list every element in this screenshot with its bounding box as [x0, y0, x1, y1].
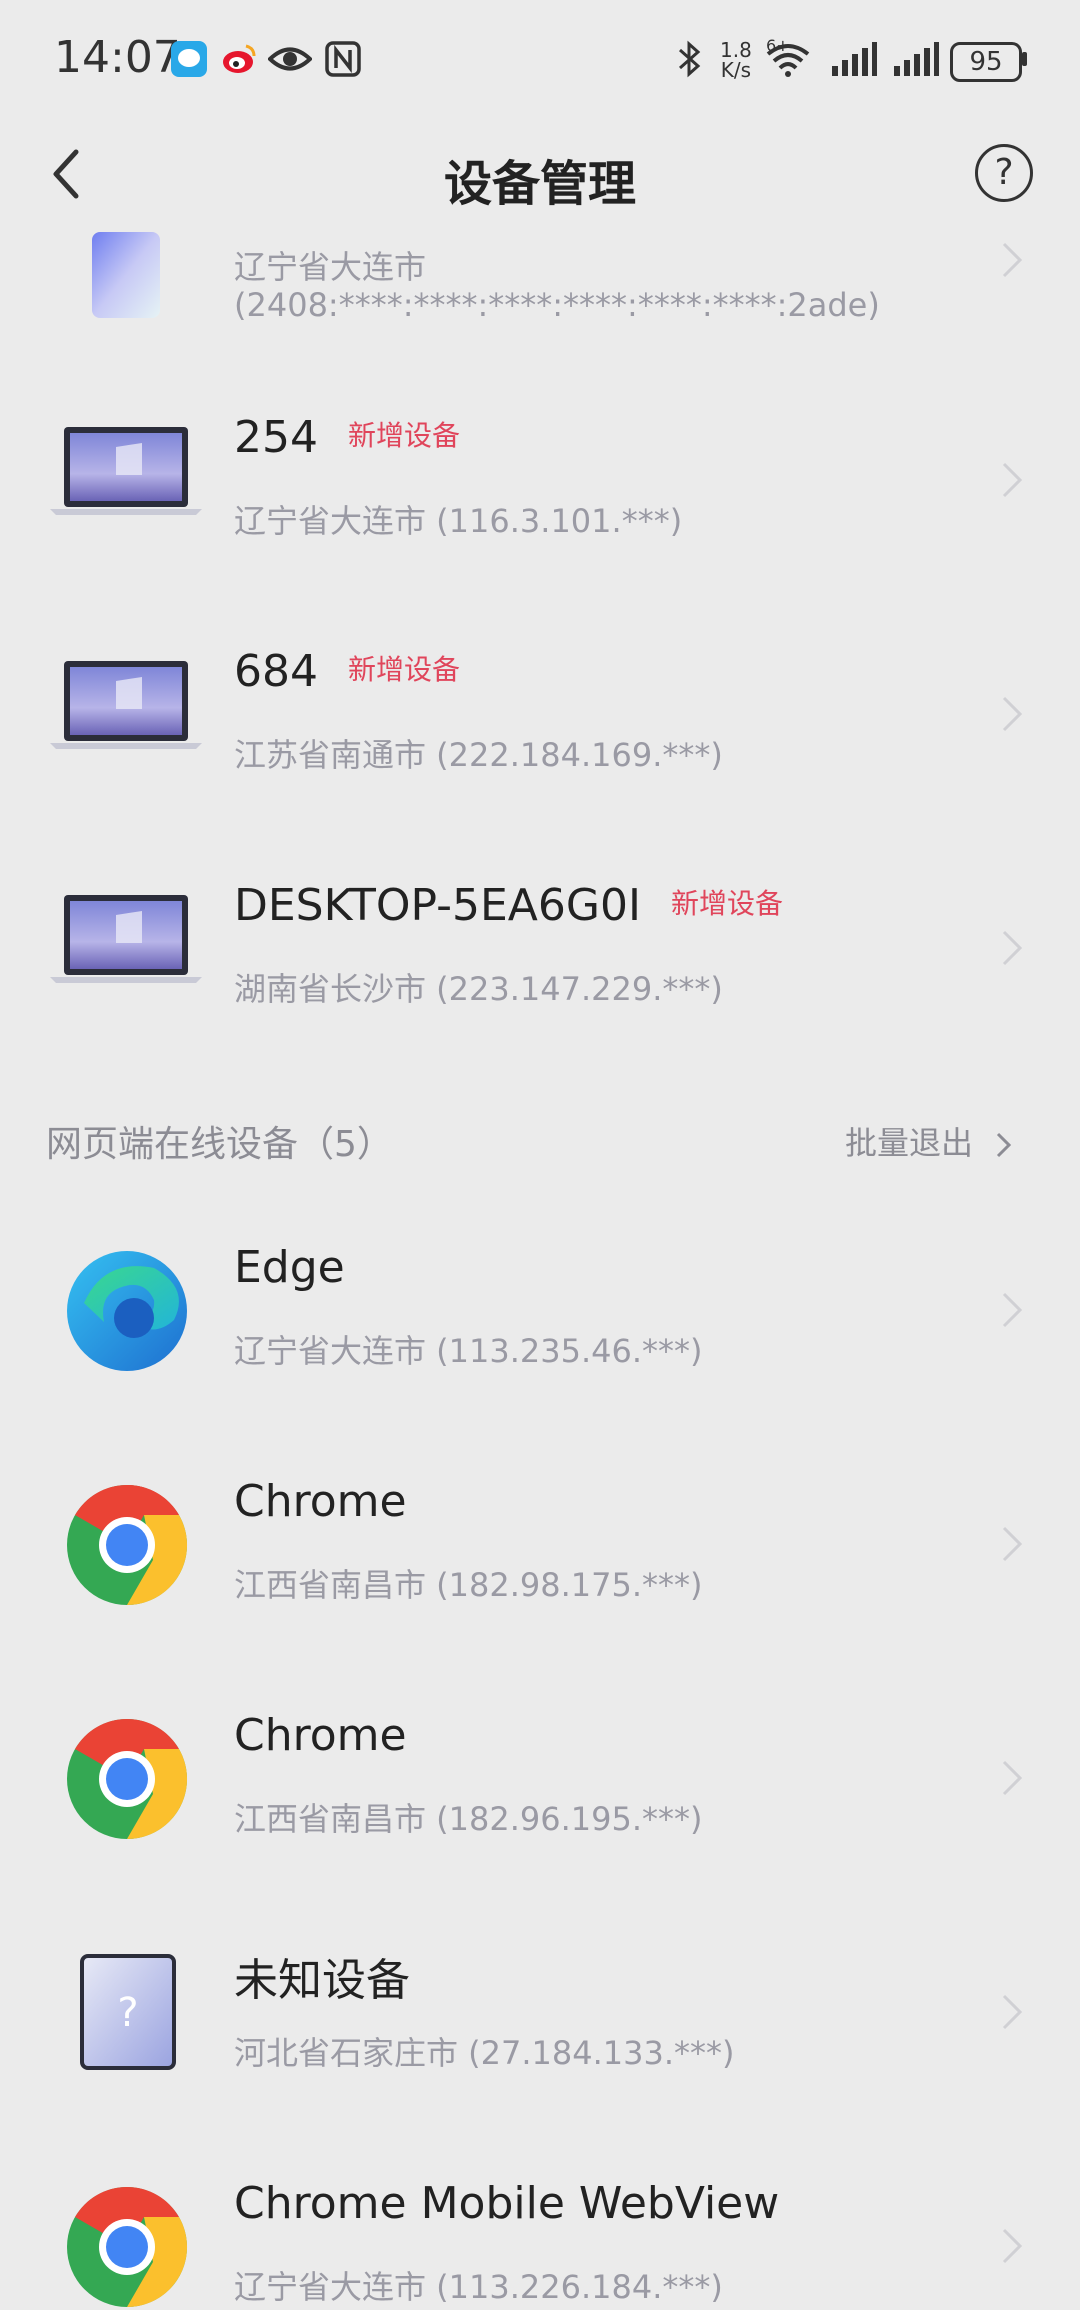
chrome-browser-icon	[67, 2187, 188, 2307]
device-name-row: DESKTOP-5EA6G0I 新增设备	[234, 880, 783, 931]
unknown-device-icon: ?	[80, 1954, 176, 2070]
batch-logout-label: 批量退出	[845, 1124, 974, 1162]
chevron-right-icon	[1002, 1526, 1023, 1562]
weibo-icon	[223, 44, 256, 73]
battery-tip	[1022, 52, 1027, 66]
device-name-row: 254 新增设备	[234, 412, 460, 463]
device-location-line1: 辽宁省大连市	[234, 248, 427, 286]
chevron-right-icon	[1002, 462, 1023, 498]
device-name: DESKTOP-5EA6G0I	[234, 880, 641, 931]
web-device-location: 辽宁省大连市 (113.235.46.***)	[234, 1332, 703, 1370]
device-name: 254	[234, 412, 318, 463]
web-device-location: 辽宁省大连市 (113.226.184.***)	[234, 2268, 723, 2306]
device-row-partial[interactable]: 辽宁省大连市 (2408:****:****:****:****:****:**…	[0, 230, 1080, 350]
network-speed: 1.8 K/s	[720, 38, 752, 82]
device-location: 江苏省南通市 (222.184.169.***)	[234, 736, 723, 774]
device-location-line2: (2408:****:****:****:****:****:****:2ade…	[234, 286, 880, 324]
device-row[interactable]: DESKTOP-5EA6G0I 新增设备 湖南省长沙市 (223.147.229.…	[0, 830, 1080, 1064]
device-name: 684	[234, 646, 318, 697]
bluetooth-icon	[679, 40, 701, 78]
web-device-location: 江西省南昌市 (182.96.195.***)	[234, 1800, 703, 1838]
device-row[interactable]: 254 新增设备 辽宁省大连市 (116.3.101.***)	[0, 362, 1080, 596]
device-location: 湖南省长沙市 (223.147.229.***)	[234, 970, 723, 1008]
device-name-row: 684 新增设备	[234, 646, 460, 697]
page-title: 设备管理	[443, 156, 636, 212]
wifi-tag: 6+	[766, 36, 790, 55]
web-device-row[interactable]: Chrome 江西省南昌市 (182.96.195.***)	[0, 1660, 1080, 1894]
chevron-right-icon	[1002, 1760, 1023, 1796]
chevron-right-icon	[1002, 1292, 1023, 1328]
web-device-name: Chrome	[234, 1476, 407, 1527]
laptop-device-icon	[50, 895, 202, 983]
new-device-badge: 新增设备	[347, 653, 460, 686]
message-app-icon	[171, 41, 207, 77]
new-device-badge: 新增设备	[347, 419, 460, 452]
chevron-right-icon	[1002, 2228, 1023, 2264]
web-device-row[interactable]: Edge 辽宁省大连市 (113.235.46.***)	[0, 1192, 1080, 1426]
chrome-browser-icon	[67, 1485, 188, 1605]
web-device-name: Chrome Mobile WebView	[234, 2178, 780, 2229]
battery-indicator: 95	[950, 42, 1022, 82]
web-device-name: Chrome	[234, 1710, 407, 1761]
eye-icon	[268, 47, 312, 71]
laptop-device-icon	[50, 661, 202, 749]
web-device-location: 河北省石家庄市 (27.184.133.***)	[234, 2034, 735, 2072]
app-header: 设备管理 ?	[0, 120, 1080, 230]
new-device-badge: 新增设备	[670, 887, 783, 920]
chevron-right-icon	[1002, 930, 1023, 966]
web-device-row[interactable]: Chrome Mobile WebView 辽宁省大连市 (113.226.18…	[0, 2128, 1080, 2307]
laptop-device-icon	[50, 427, 202, 515]
chevron-right-icon	[997, 1132, 1012, 1158]
web-device-location: 江西省南昌市 (182.98.175.***)	[234, 1566, 703, 1604]
chrome-browser-icon	[67, 1719, 188, 1839]
edge-browser-icon	[67, 1251, 187, 1371]
help-icon[interactable]: ?	[975, 144, 1033, 202]
nfc-icon	[325, 41, 361, 77]
chevron-right-icon	[1002, 696, 1023, 732]
status-time: 14:07	[54, 32, 181, 83]
device-row[interactable]: 684 新增设备 江苏省南通市 (222.184.169.***)	[0, 596, 1080, 830]
web-device-name: 未知设备	[234, 1955, 410, 2006]
svg-text:?: ?	[117, 1990, 138, 2036]
chevron-right-icon	[1002, 242, 1023, 278]
web-devices-section-title: 网页端在线设备（5）	[46, 1124, 393, 1165]
web-device-row[interactable]: Chrome 江西省南昌市 (182.98.175.***)	[0, 1426, 1080, 1660]
status-bar: 14:07 1.8 K/s 6+ 95	[0, 0, 1080, 120]
web-device-row[interactable]: ? 未知设备 河北省石家庄市 (27.184.133.***)	[0, 1894, 1080, 2128]
signal-icon-sim1	[832, 42, 877, 76]
signal-icon-sim2	[894, 42, 939, 76]
web-device-name: Edge	[234, 1242, 345, 1293]
device-location: 辽宁省大连市 (116.3.101.***)	[234, 502, 683, 540]
batch-logout-button[interactable]: 批量退出	[845, 1118, 1013, 1164]
phone-device-icon	[92, 232, 160, 318]
chevron-right-icon	[1002, 1994, 1023, 2030]
